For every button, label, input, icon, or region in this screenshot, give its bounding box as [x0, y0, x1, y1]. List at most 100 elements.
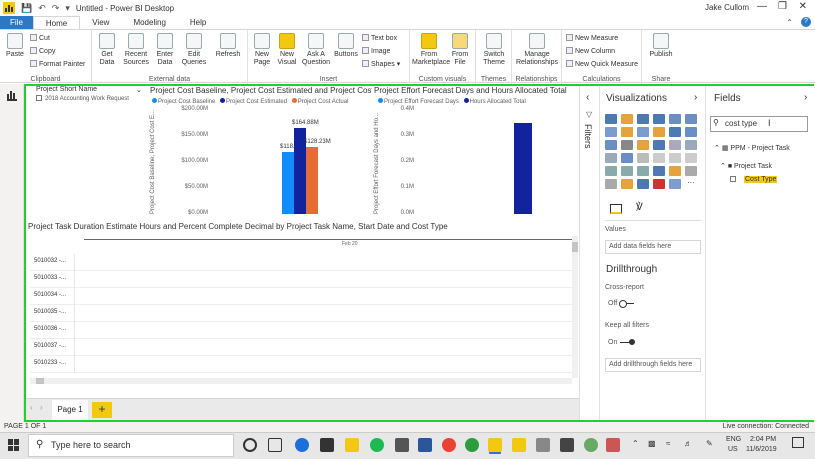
- input-region[interactable]: US: [728, 446, 738, 453]
- notifications-icon[interactable]: [792, 437, 804, 448]
- bar-project-cost-baseline[interactable]: [282, 152, 294, 214]
- restore-icon[interactable]: ❐: [778, 1, 787, 12]
- customize-qat-icon[interactable]: ▾: [65, 3, 70, 14]
- fields-subtable-project-task[interactable]: ⌃ ■ Project Task: [720, 162, 772, 170]
- refresh-button[interactable]: Refresh: [214, 33, 242, 59]
- horizontal-scrollbar[interactable]: [30, 378, 572, 384]
- custom-visual-icon[interactable]: [669, 179, 681, 189]
- edge-icon[interactable]: [295, 438, 309, 452]
- key-influencers-icon[interactable]: [685, 166, 697, 176]
- stacked-column-icon[interactable]: [621, 114, 633, 124]
- ribbon-chart-icon[interactable]: [685, 127, 697, 137]
- shapes-button[interactable]: Shapes ▾: [362, 60, 400, 68]
- redo-icon[interactable]: ↷: [52, 3, 60, 14]
- manage-relationships-button[interactable]: Manage Relationships: [514, 33, 560, 67]
- checkbox-icon[interactable]: [730, 176, 736, 182]
- cross-report-toggle[interactable]: Off: [608, 299, 635, 308]
- keep-filters-toggle[interactable]: On: [608, 338, 636, 346]
- chevron-left-icon[interactable]: ‹: [586, 92, 589, 103]
- matrix-icon[interactable]: [637, 166, 649, 176]
- stacked-area-icon[interactable]: [637, 127, 649, 137]
- app-icon-3[interactable]: [536, 438, 550, 452]
- filled-map-icon[interactable]: [605, 153, 617, 163]
- fields-well-icon[interactable]: [610, 204, 622, 214]
- report-canvas[interactable]: Project Short Name ⌄ 2018 Accounting Wor…: [26, 86, 579, 398]
- drillthrough-well[interactable]: Add drillthrough fields here: [605, 358, 701, 372]
- pen-icon[interactable]: ✎: [706, 439, 713, 448]
- chevron-right-icon[interactable]: ›: [804, 92, 807, 103]
- globe-icon[interactable]: [637, 179, 649, 189]
- copy-button[interactable]: Copy: [30, 47, 55, 55]
- app-icon-5[interactable]: [584, 438, 598, 452]
- prev-page-icon[interactable]: ‹: [30, 403, 33, 412]
- more-visuals-icon[interactable]: ···: [685, 179, 697, 189]
- network-icon[interactable]: ▩: [648, 439, 656, 448]
- help-icon[interactable]: ?: [801, 17, 811, 27]
- effort-chart[interactable]: Project Effort Forecast Days and Hours A…: [372, 86, 577, 220]
- mail-icon[interactable]: [320, 438, 334, 452]
- new-quick-measure-button[interactable]: New Quick Measure: [566, 60, 638, 68]
- cut-button[interactable]: Cut: [30, 34, 50, 42]
- clustered-column-icon[interactable]: [653, 114, 665, 124]
- slicer-icon[interactable]: [605, 166, 617, 176]
- slicer-item[interactable]: 2018 Accounting Work Request: [36, 95, 146, 102]
- next-page-icon[interactable]: ›: [40, 403, 43, 412]
- bar-hours-allocated-total[interactable]: [514, 123, 532, 214]
- clock-time[interactable]: 2:04 PM: [750, 436, 776, 443]
- map-icon[interactable]: [685, 140, 697, 150]
- r-visual-icon[interactable]: [653, 166, 665, 176]
- table-row[interactable]: 5010233 -...: [30, 356, 572, 373]
- chevron-right-icon[interactable]: ›: [694, 92, 697, 103]
- multirow-card-icon[interactable]: [669, 153, 681, 163]
- format-painter-button[interactable]: Format Painter: [30, 60, 85, 68]
- new-measure-button[interactable]: New Measure: [566, 34, 618, 42]
- scatter-icon[interactable]: [621, 140, 633, 150]
- percent-column-icon[interactable]: [685, 114, 697, 124]
- new-column-button[interactable]: New Column: [566, 47, 615, 55]
- clock-date[interactable]: 11/6/2019: [746, 446, 777, 453]
- fields-table-ppm[interactable]: ⌃ ▦ PPM - Project Task: [714, 144, 790, 152]
- table-row[interactable]: 5010034 -...: [30, 288, 572, 305]
- line-column-icon[interactable]: [653, 127, 665, 137]
- get-data-button[interactable]: Get Data: [96, 33, 118, 67]
- checkbox-icon[interactable]: [36, 95, 42, 101]
- add-page-button[interactable]: +: [92, 402, 112, 418]
- fields-search-input[interactable]: cost type: [710, 116, 808, 132]
- table-row[interactable]: 5010036 -...: [30, 322, 572, 339]
- table-row[interactable]: 5010032 -...: [30, 254, 572, 271]
- kpi-icon[interactable]: [685, 153, 697, 163]
- waterfall-icon[interactable]: [605, 140, 617, 150]
- field-cost-type[interactable]: Cost Type: [730, 176, 778, 183]
- python-visual-icon[interactable]: [669, 166, 681, 176]
- line-stacked-icon[interactable]: [669, 127, 681, 137]
- chevron-down-icon[interactable]: ⌄: [136, 86, 142, 94]
- stacked-bar-icon[interactable]: [605, 114, 617, 124]
- input-language[interactable]: ENG: [726, 436, 741, 443]
- undo-icon[interactable]: ↶: [38, 3, 46, 14]
- treemap-icon[interactable]: [669, 140, 681, 150]
- table-visual-icon[interactable]: [621, 166, 633, 176]
- file-explorer-icon[interactable]: [345, 438, 359, 452]
- table-row[interactable]: 5010035 -...: [30, 305, 572, 322]
- switch-theme-button[interactable]: Switch Theme: [479, 33, 509, 67]
- pie-icon[interactable]: [637, 140, 649, 150]
- powerbi-taskbar-icon-2[interactable]: [512, 438, 526, 452]
- windows-start-icon[interactable]: [8, 439, 20, 451]
- collapse-ribbon-icon[interactable]: ⌃: [786, 18, 793, 27]
- gantt-icon[interactable]: [653, 179, 665, 189]
- filters-pane-collapsed[interactable]: ‹ ▽ Filters: [579, 86, 600, 420]
- new-page-button[interactable]: New Page: [251, 33, 273, 67]
- paste-button[interactable]: Paste: [4, 33, 26, 59]
- tab-file[interactable]: File: [0, 16, 33, 29]
- tab-view[interactable]: View: [80, 16, 121, 29]
- chrome-icon[interactable]: [442, 438, 456, 452]
- user-name[interactable]: Jake Cullom: [705, 3, 749, 12]
- format-paint-roller-icon[interactable]: ℣: [636, 202, 643, 213]
- funnel-chart-icon[interactable]: [621, 153, 633, 163]
- powerbi-taskbar-icon[interactable]: [488, 438, 502, 452]
- gauge-icon[interactable]: [637, 153, 649, 163]
- show-hidden-icons-icon[interactable]: ⌃: [632, 439, 639, 448]
- clustered-bar-icon[interactable]: [637, 114, 649, 124]
- app-icon-4[interactable]: [560, 438, 574, 452]
- app-icon[interactable]: [395, 438, 409, 452]
